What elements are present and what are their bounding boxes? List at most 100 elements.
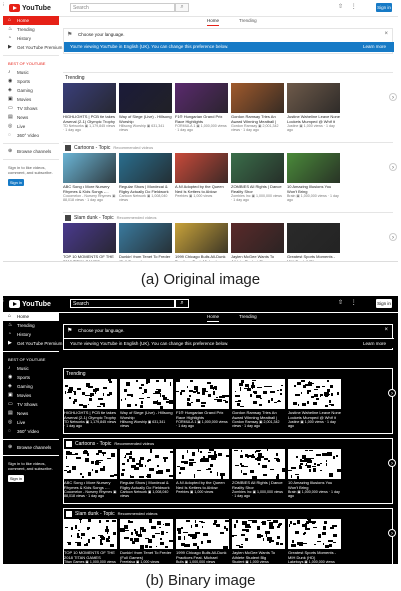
video-title[interactable]: ZOMBIES All Rights | Dance Reality Shor xyxy=(231,185,284,194)
sidebar-item-live[interactable]: ◎ Live xyxy=(3,122,59,131)
video-card[interactable]: Justine Waheline Leave None Lockets Mump… xyxy=(288,379,341,429)
video-title[interactable]: Dunkin' from Tenet To Freder (Full Games… xyxy=(119,255,172,261)
video-title[interactable]: F1® Hungarian Grand Prix Race Highlights xyxy=(176,411,229,420)
video-card[interactable]: F1® Hungarian Grand Prix Race Highlights… xyxy=(175,83,228,133)
next-arrow-icon[interactable]: › xyxy=(389,93,397,101)
video-thumbnail[interactable] xyxy=(120,379,173,409)
menu-icon[interactable]: ≡ xyxy=(3,296,4,305)
tab-trending[interactable]: Trending xyxy=(239,17,257,25)
shelf-title[interactable]: Cartoons - Topic xyxy=(74,145,110,151)
video-title[interactable]: TOP 10 MOMENTS OF THE 2018 TITAN GAMES xyxy=(64,551,117,560)
video-card[interactable]: TOP 10 MOMENTS OF THE 2018 TITAN GAMESTi… xyxy=(64,519,117,564)
next-arrow-icon[interactable]: › xyxy=(389,233,397,241)
channel-avatar[interactable] xyxy=(66,440,72,447)
upload-icon[interactable]: ⇧ xyxy=(338,4,343,10)
video-card[interactable]: Dunkin' from Tenet To Freder (Full Games… xyxy=(120,519,173,564)
sidebar-item-sports[interactable]: ◉ Sports xyxy=(3,77,59,86)
channel-avatar[interactable] xyxy=(65,214,71,221)
video-thumbnail[interactable] xyxy=(232,449,285,480)
video-title[interactable]: A.N! Adopted by the Queen Ned Is Ketters… xyxy=(176,481,229,490)
video-thumbnail[interactable] xyxy=(288,519,341,549)
sidebar-item-gaming[interactable]: ◈ Gaming xyxy=(3,86,59,95)
shelf-title[interactable]: Cartoons - Topic xyxy=(75,441,111,447)
video-title[interactable]: ABC Song • More Nursery Rhymes & Kids So… xyxy=(64,481,117,490)
close-icon[interactable]: × xyxy=(384,327,388,333)
video-title[interactable]: Way of Siege (Live) - Hillsong Worship xyxy=(119,115,172,124)
menu-icon[interactable]: ≡ xyxy=(3,0,4,9)
video-thumbnail[interactable] xyxy=(232,379,285,409)
video-thumbnail[interactable] xyxy=(288,449,342,480)
search-button[interactable]: ⌕ xyxy=(175,3,189,12)
video-title[interactable]: Regular Show | Mordecai & Rigby Actually… xyxy=(119,185,172,194)
sidebar-item-get-youtube-premium[interactable]: ▶ Get YouTube Premium xyxy=(3,43,62,52)
video-title[interactable]: ZOMBIES All Rights | Dance Reality Shor xyxy=(232,481,285,490)
tab-home[interactable]: Home xyxy=(207,17,220,26)
sidebar-signin-button[interactable]: Sign in xyxy=(8,475,24,482)
video-thumbnail[interactable] xyxy=(64,379,117,409)
video-thumbnail[interactable] xyxy=(119,83,172,113)
search-input[interactable]: Search xyxy=(70,3,175,12)
video-title[interactable]: HIGHLIGHTS | PCB tie takes Arsenal (2-1)… xyxy=(63,115,116,124)
video-title[interactable]: Jaylen McGee Wants To Athlete Student Bi… xyxy=(231,255,284,261)
video-card[interactable]: 10 Amazing Illusions You Won't Bring Brai… xyxy=(287,153,340,203)
video-card[interactable]: ZOMBIES All Rights | Dance Reality Shor Z… xyxy=(231,153,284,203)
shelf-title[interactable]: Trending xyxy=(66,371,86,377)
video-title[interactable]: Gordon Ramsay Tries An Award Winning Mea… xyxy=(232,411,285,420)
video-title[interactable]: 1999 Chicago Bulls All-Dunk Practices Fe… xyxy=(176,551,229,560)
next-arrow-icon[interactable]: › xyxy=(388,529,396,537)
video-card[interactable]: F1® Hungarian Grand Prix Race Highlights… xyxy=(176,379,230,429)
next-arrow-icon[interactable]: › xyxy=(388,459,396,467)
video-title[interactable]: Greatest Sports Moments - MIH Dunk (HD) xyxy=(288,551,341,560)
video-title[interactable]: 1999 Chicago Bulls All-Dunk Practices Fe… xyxy=(175,255,228,261)
video-card[interactable]: 1999 Chicago Bulls All-Dunk Practices Fe… xyxy=(176,519,229,564)
next-arrow-icon[interactable]: › xyxy=(388,389,396,397)
video-card[interactable]: Way of Siege (Live) - Hillsong Worship Hi… xyxy=(120,379,173,429)
video-title[interactable]: 10 Amazing Illusions You Won't Bring xyxy=(287,185,340,194)
sidebar-item-history[interactable]: ◔ History xyxy=(3,34,59,43)
video-title[interactable]: F1® Hungarian Grand Prix Race Highlights xyxy=(175,115,228,124)
sidebar-item-movies[interactable]: ▣ Movies xyxy=(3,391,59,400)
shelf-title[interactable]: Slam dunk - Topic xyxy=(75,511,115,517)
video-thumbnail[interactable] xyxy=(120,519,173,549)
sidebar-item-news[interactable]: ▤ News xyxy=(3,409,59,418)
video-card[interactable]: Gordon Ramsay Tries An Award Winning Mea… xyxy=(232,379,285,429)
video-card[interactable]: Jaylen McGee Wants To Athlete Student Bi… xyxy=(231,223,284,261)
video-card[interactable]: Greatest Sports Moments - MIH Dunk (HD)L… xyxy=(287,223,340,261)
video-title[interactable]: Justine Waheline Leave None Lockets Mump… xyxy=(287,115,340,124)
video-card[interactable]: Dunkin' from Tenet To Freder (Full Games… xyxy=(119,223,172,261)
video-card[interactable]: Gordon Ramsay Tries An Award Winning Mea… xyxy=(231,83,284,133)
sidebar-signin-button[interactable]: Sign in xyxy=(8,179,24,186)
sidebar-item-movies[interactable]: ▣ Movies xyxy=(3,95,59,104)
video-title[interactable]: A.N! Adopted by the Queen Ned Is Ketters… xyxy=(175,185,228,194)
video-card[interactable]: ZOMBIES All Rights | Dance Reality Shor Z… xyxy=(232,449,285,499)
signin-button[interactable]: Sign in xyxy=(376,3,392,12)
video-card[interactable]: Justine Waheline Leave None Lockets Mump… xyxy=(287,83,340,133)
sidebar-item-music[interactable]: ♪ Music xyxy=(3,68,59,77)
video-card[interactable]: 1999 Chicago Bulls All-Dunk Practices Fe… xyxy=(175,223,228,261)
video-title[interactable]: Jaylen McGee Wants To Athlete Student Bi… xyxy=(232,551,285,560)
video-card[interactable]: Regular Show | Mordecai & Rigby Actually… xyxy=(120,449,175,499)
sidebar-item-news[interactable]: ▤ News xyxy=(3,113,59,122)
video-card[interactable]: Regular Show | Mordecai & Rigby Actually… xyxy=(119,153,172,203)
channel-avatar[interactable] xyxy=(66,510,72,517)
video-title[interactable]: Regular Show | Mordecai & Rigby Actually… xyxy=(120,481,173,490)
upload-icon[interactable]: ⇧ xyxy=(338,300,343,306)
video-thumbnail[interactable] xyxy=(119,153,172,183)
browse-channels-link[interactable]: ⊕ Browse channels xyxy=(3,147,59,156)
video-title[interactable]: Gordon Ramsay Tries An Award Winning Mea… xyxy=(231,115,284,124)
video-card[interactable]: Jaylen McGee Wants To Athlete Student Bi… xyxy=(232,519,285,564)
video-thumbnail[interactable] xyxy=(287,223,340,253)
video-thumbnail[interactable] xyxy=(120,449,175,479)
apps-icon[interactable]: ⋮ xyxy=(351,300,357,306)
shelf-title[interactable]: Trending xyxy=(65,75,85,81)
youtube-logo[interactable]: YouTube xyxy=(9,3,51,13)
video-card[interactable]: Way of Siege (Live) - Hillsong Worship Hi… xyxy=(119,83,172,133)
video-thumbnail[interactable] xyxy=(63,83,116,113)
search-button[interactable]: ⌕ xyxy=(175,299,189,308)
shelf-title[interactable]: Slam dunk - Topic xyxy=(74,215,114,221)
video-card[interactable]: 10 Amazing Illusions You Won't Bring Brai… xyxy=(288,449,342,499)
tab-home[interactable]: Home xyxy=(207,313,220,322)
sidebar-item-trending[interactable]: ♨ Trending xyxy=(3,321,59,330)
video-title[interactable]: Way of Siege (Live) - Hillsong Worship xyxy=(120,411,173,420)
video-thumbnail[interactable] xyxy=(63,153,116,183)
